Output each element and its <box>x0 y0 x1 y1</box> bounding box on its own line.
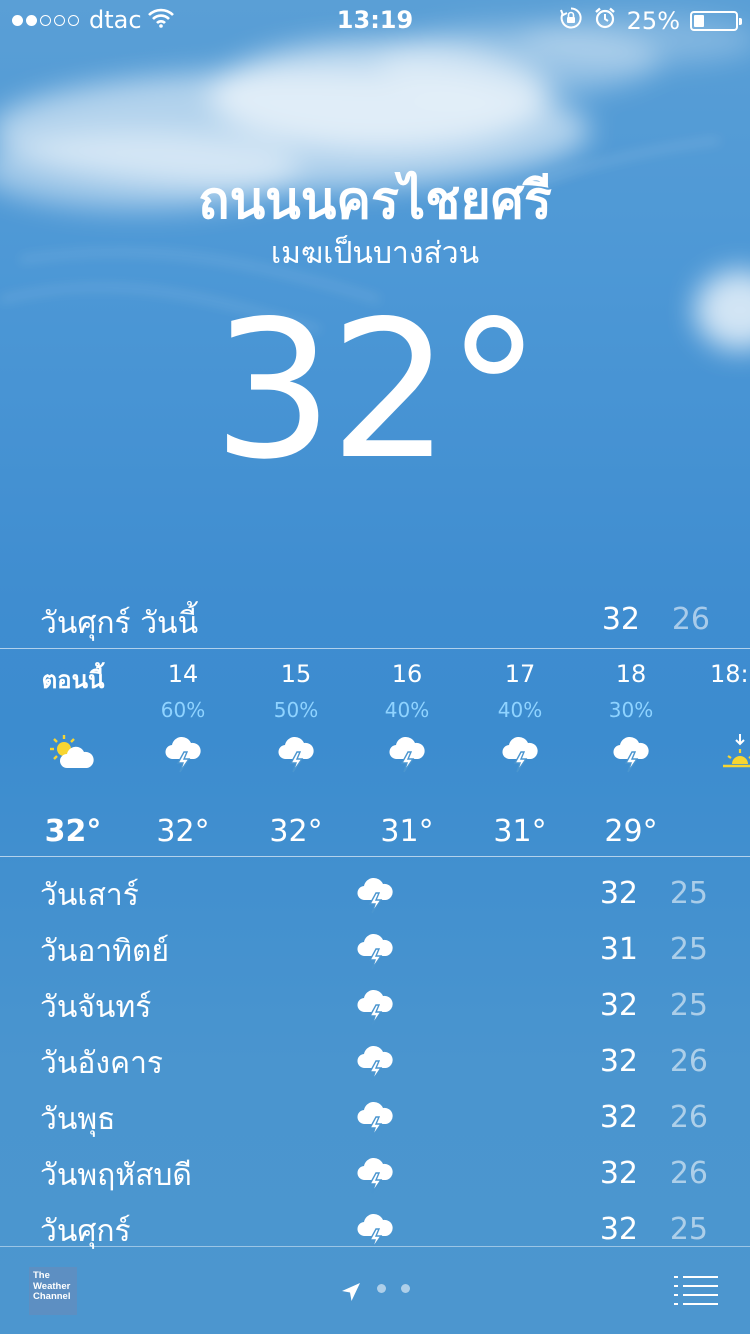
page-indicator-dot[interactable] <box>401 1284 410 1293</box>
city-list-icon[interactable] <box>674 1275 718 1309</box>
divider <box>0 648 750 649</box>
thunderstorm-icon <box>355 932 395 974</box>
hour-label: ตอนนี้ <box>41 666 105 694</box>
hourly-item: 18:0 <box>683 660 750 814</box>
alarm-icon <box>593 6 617 36</box>
today-high: 32 <box>601 602 640 637</box>
thunderstorm-icon <box>355 1156 395 1198</box>
hourly-item: 16 40% 31° <box>352 660 462 849</box>
hourly-item: 14 60% 32° <box>128 660 238 849</box>
hour-temperature: 31° <box>493 814 547 849</box>
current-temperature: 32° <box>0 280 750 501</box>
precipitation-chance: 60% <box>160 698 206 722</box>
hourly-item: 18 30% 29° <box>576 660 686 849</box>
day-high: 32 <box>599 876 638 911</box>
hour-temperature: 32° <box>44 814 102 849</box>
city-name: ถนนนครไชยศรี <box>198 171 552 231</box>
daily-forecast-row: วันอาทิตย์ 31 25 <box>0 922 750 978</box>
battery-icon <box>690 11 742 31</box>
today-summary: วันศุกร์ วันนี้ 32 26 <box>40 600 710 644</box>
day-name: วันพฤหัสบดี <box>40 1158 192 1193</box>
precipitation-chance <box>18 690 128 720</box>
day-name: วันเสาร์ <box>40 878 139 913</box>
thunderstorm-icon <box>352 724 462 784</box>
day-name: วันอังคาร <box>40 1046 164 1081</box>
current-temperature-value: 32 <box>212 280 451 501</box>
hour-temperature: 31° <box>380 814 434 849</box>
day-name: วันจันทร์ <box>40 990 152 1025</box>
daily-forecast-row: วันจันทร์ 32 25 <box>0 978 750 1034</box>
hour-label: 18:0 <box>710 660 750 688</box>
hour-label: 17 <box>504 660 536 688</box>
current-location-icon[interactable] <box>340 1281 362 1307</box>
precipitation-chance: 40% <box>384 698 430 722</box>
day-high: 32 <box>599 1156 638 1191</box>
precipitation-chance <box>683 690 750 720</box>
day-low: 25 <box>669 876 708 911</box>
hourly-forecast[interactable]: ตอนนี้ 32° 14 60% 32° 15 50% 32° 16 40% 31° 17 40% 31… <box>0 660 750 850</box>
hourly-item: 15 50% 32° <box>241 660 351 849</box>
hour-temperature: 32° <box>156 814 210 849</box>
daily-forecast-row: วันพุธ 32 26 <box>0 1090 750 1146</box>
day-high: 32 <box>599 1212 638 1247</box>
thunderstorm-icon <box>576 724 686 784</box>
page-indicator-dot[interactable] <box>377 1284 386 1293</box>
thunderstorm-icon <box>465 724 575 784</box>
thunderstorm-icon <box>355 988 395 1030</box>
hourly-item: ตอนนี้ 32° <box>18 660 128 849</box>
thunderstorm-icon <box>355 876 395 918</box>
hour-label: 18 <box>615 660 647 688</box>
day-low: 25 <box>669 932 708 967</box>
day-low: 25 <box>669 1212 708 1247</box>
sunset-icon <box>723 724 750 784</box>
status-bar: dtac 13:19 25% <box>0 0 750 40</box>
battery-percentage: 25% <box>626 7 680 35</box>
today-low: 26 <box>671 602 710 637</box>
divider <box>0 856 750 857</box>
hour-temperature: 32° <box>269 814 323 849</box>
day-high: 31 <box>599 932 638 967</box>
degree-symbol: ° <box>446 280 541 501</box>
weather-channel-logo[interactable]: The Weather Channel <box>29 1267 77 1315</box>
hour-label: 14 <box>167 660 199 688</box>
hour-temperature: 29° <box>604 814 658 849</box>
daily-forecast-row: วันอังคาร 32 26 <box>0 1034 750 1090</box>
day-name: วันพุธ <box>40 1102 116 1137</box>
hour-label: 16 <box>391 660 423 688</box>
weather-condition: เมฆเป็นบางส่วน <box>270 236 480 271</box>
today-label: วันศุกร์ วันนี้ <box>40 606 199 641</box>
hourly-item: 17 40% 31° <box>465 660 575 849</box>
partly-cloudy-icon <box>18 724 128 784</box>
day-high: 32 <box>599 1044 638 1079</box>
day-low: 26 <box>669 1156 708 1191</box>
day-low: 26 <box>669 1100 708 1135</box>
precipitation-chance: 30% <box>608 698 654 722</box>
precipitation-chance: 40% <box>497 698 543 722</box>
bottom-toolbar: The Weather Channel <box>0 1247 750 1334</box>
logo-text-line: Channel <box>33 1291 71 1302</box>
day-name: วันอาทิตย์ <box>40 934 170 969</box>
precipitation-chance: 50% <box>273 698 319 722</box>
logo-text-line: The <box>33 1270 50 1281</box>
hour-label: 15 <box>280 660 312 688</box>
thunderstorm-icon <box>355 1100 395 1142</box>
daily-forecast[interactable]: วันเสาร์ 32 25 วันอาทิตย์ 31 25 วันจันทร์ 32 25 ว… <box>0 866 750 1258</box>
thunderstorm-icon <box>241 724 351 784</box>
daily-forecast-row: วันเสาร์ 32 25 <box>0 866 750 922</box>
day-low: 25 <box>669 988 708 1023</box>
day-high: 32 <box>599 988 638 1023</box>
thunderstorm-icon <box>128 724 238 784</box>
day-high: 32 <box>599 1100 638 1135</box>
day-low: 26 <box>669 1044 708 1079</box>
daily-forecast-row: วันพฤหัสบดี 32 26 <box>0 1146 750 1202</box>
orientation-lock-icon <box>559 6 583 36</box>
thunderstorm-icon <box>355 1044 395 1086</box>
